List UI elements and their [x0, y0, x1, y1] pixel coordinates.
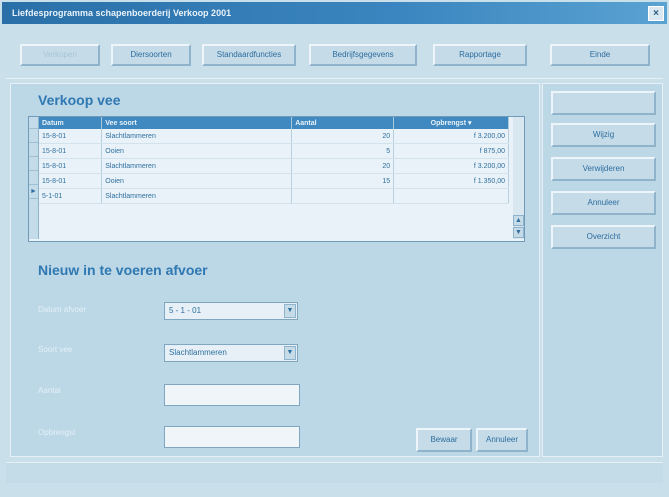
row-selector[interactable] [29, 171, 38, 185]
standaardfuncties-button[interactable]: Standaardfuncties [202, 44, 296, 66]
cell-soort: Ooien [101, 173, 293, 189]
verwijderen-button[interactable]: Verwijderen [551, 157, 656, 181]
close-icon[interactable]: × [648, 6, 664, 21]
aantal-input[interactable] [164, 384, 300, 406]
diersoorten-button[interactable]: Diersoorten [111, 44, 191, 66]
rapportage-button[interactable]: Rapportage [433, 44, 527, 66]
cell-datum: 15-8-01 [39, 158, 103, 174]
application-window: Liefdesprogramma schapenboerderij Verkoo… [0, 0, 669, 497]
verkoop-vee-heading: Verkoop vee [38, 92, 121, 108]
table-row[interactable]: 15-8-01 Ooien 15 f 1.350,00 [39, 173, 509, 189]
cell-soort: Slachtlammeren [101, 188, 293, 204]
soort-vee-value: Slachtlammeren [169, 348, 227, 357]
row-selector[interactable] [29, 157, 38, 171]
soort-vee-label: Soort vee [38, 345, 73, 354]
cell-soort: Slachtlammeren [101, 129, 293, 144]
bewaar-button[interactable]: Bewaar [416, 428, 472, 452]
sales-table: Datum Vee soort Aantal Opbrengst ▾ 15-8-… [39, 117, 509, 204]
cell-opbrengst: f 3.200,00 [393, 129, 509, 144]
cell-aantal: 20 [291, 158, 395, 174]
column-header-vee-soort[interactable]: Vee soort [101, 117, 293, 129]
datum-afvoer-select[interactable]: 5 - 1 - 01 ▼ [164, 302, 298, 320]
cell-soort: Ooien [101, 143, 293, 159]
verkopen-button[interactable]: Verkopen [20, 44, 100, 66]
cell-aantal: 20 [291, 129, 395, 144]
datum-afvoer-value: 5 - 1 - 01 [169, 306, 202, 315]
cell-datum: 15-8-01 [39, 173, 103, 189]
einde-button[interactable]: Einde [550, 44, 650, 66]
table-row[interactable]: 5-1-01 Slachtlammeren [39, 188, 509, 204]
sales-grid[interactable]: ► Datum Vee soort Aantal Opbrengst ▾ 15-… [28, 116, 525, 242]
cell-opbrengst: f 3.200,00 [393, 158, 509, 174]
table-row[interactable]: 15-8-01 Slachtlammeren 20 f 3.200,00 [39, 129, 509, 144]
cell-datum: 15-8-01 [39, 143, 103, 159]
scroll-up-icon[interactable]: ▲ [513, 215, 524, 226]
cell-aantal [291, 188, 395, 204]
grid-scrollbar[interactable]: ▲ ▼ [513, 117, 524, 239]
column-header-aantal[interactable]: Aantal [291, 117, 395, 129]
bedrijfsgegevens-button[interactable]: Bedrijfsgegevens [309, 44, 417, 66]
cell-aantal: 5 [291, 143, 395, 159]
table-row[interactable]: 15-8-01 Ooien 5 f 875,00 [39, 143, 509, 159]
cell-soort: Slachtlammeren [101, 158, 293, 174]
status-bar [6, 462, 663, 483]
side-annuleer-button[interactable]: Annuleer [551, 191, 656, 215]
dropdown-arrow-icon[interactable]: ▼ [284, 346, 296, 360]
datum-afvoer-label: Datum afvoer [38, 305, 87, 314]
form-heading: Nieuw in te voeren afvoer [38, 262, 208, 278]
soort-vee-select[interactable]: Slachtlammeren ▼ [164, 344, 298, 362]
cell-datum: 5-1-01 [39, 188, 103, 204]
window-title: Liefdesprogramma schapenboerderij Verkoo… [12, 8, 232, 18]
wijzig-button[interactable]: Wijzig [551, 123, 656, 147]
cell-opbrengst [393, 188, 509, 204]
column-header-opbrengst[interactable]: Opbrengst ▾ [393, 117, 509, 129]
aantal-label: Aantal [38, 386, 61, 395]
overzicht-button[interactable]: Overzicht [551, 225, 656, 249]
sort-down-icon: ▾ [467, 120, 472, 127]
opbrengst-input[interactable] [164, 426, 300, 448]
annuleer-button[interactable]: Annuleer [476, 428, 528, 452]
column-header-datum[interactable]: Datum [39, 117, 103, 129]
cell-datum: 15-8-01 [39, 129, 103, 144]
cell-opbrengst: f 875,00 [393, 143, 509, 159]
current-row-indicator[interactable]: ► [29, 185, 38, 199]
title-bar: Liefdesprogramma schapenboerderij Verkoo… [2, 2, 667, 24]
toolbar: Verkopen Diersoorten Standaardfuncties B… [6, 30, 663, 79]
row-selector[interactable] [29, 129, 38, 143]
cell-opbrengst: f 1.350,00 [393, 173, 509, 189]
table-row[interactable]: 15-8-01 Slachtlammeren 20 f 3.200,00 [39, 158, 509, 174]
scroll-down-icon[interactable]: ▼ [513, 227, 524, 238]
side-top-button[interactable] [551, 91, 656, 115]
row-selector[interactable] [29, 143, 38, 157]
cell-aantal: 15 [291, 173, 395, 189]
dropdown-arrow-icon[interactable]: ▼ [284, 304, 296, 318]
opbrengst-label: Opbrengst [38, 428, 76, 437]
row-selector-column: ► [29, 117, 39, 239]
